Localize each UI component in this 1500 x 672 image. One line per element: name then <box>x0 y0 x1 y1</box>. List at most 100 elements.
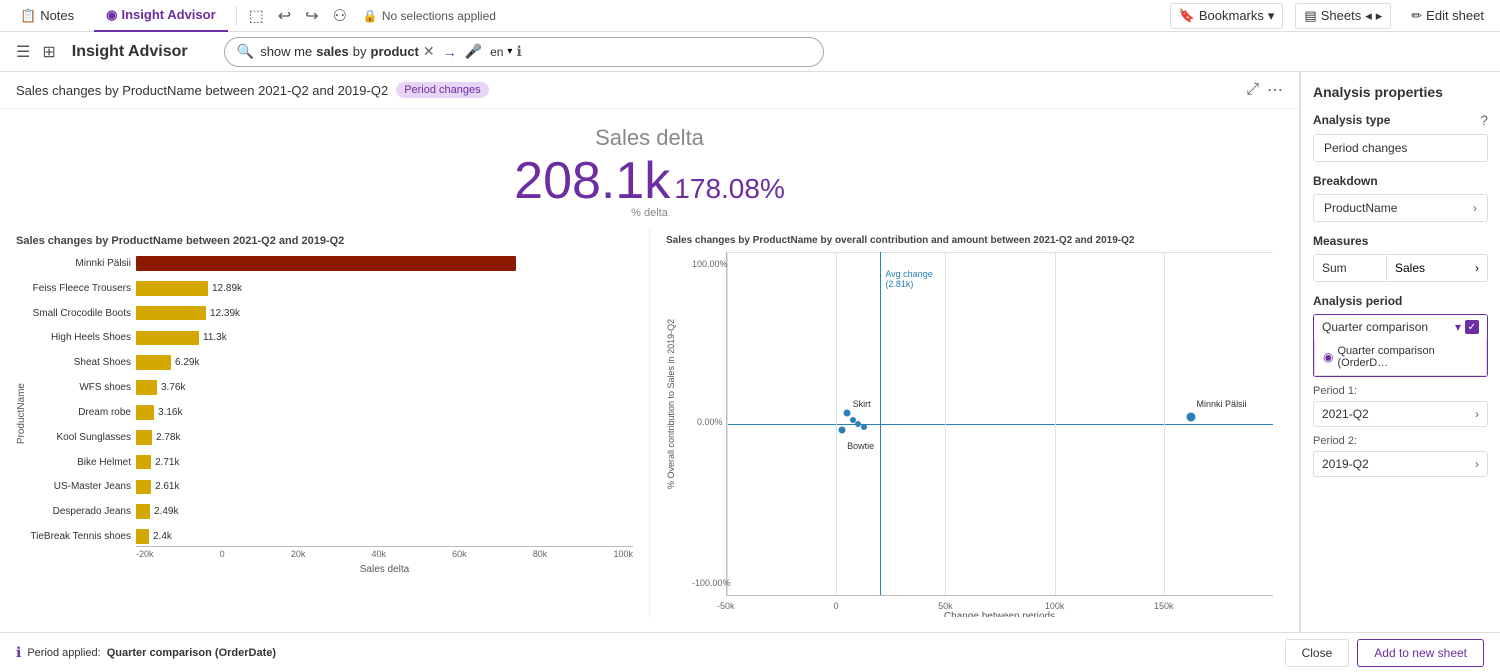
chart-actions: ⤢ ⋯ <box>1246 80 1283 100</box>
breakdown-arrow-icon: › <box>1473 201 1477 215</box>
breakdown-value: ProductName <box>1324 201 1397 215</box>
period-checkbox[interactable]: ✓ <box>1465 320 1479 334</box>
period-applied-label: Period applied: <box>27 647 100 659</box>
avg-change-label: Avg change(2.81k) <box>885 269 932 289</box>
bar-x-label: Sales delta <box>136 564 633 575</box>
period-dropdown-value: Quarter comparison <box>1322 320 1428 334</box>
period2-label: Period 2: <box>1313 435 1488 447</box>
top-bar-right: 🔖 Bookmarks ▾ ▤ Sheets ◂ ▸ ✏ Edit sheet <box>1170 3 1492 29</box>
bottom-actions: Close Add to new sheet <box>1285 639 1484 667</box>
search-bar: 🔍 show me sales by product ✕ → 🎤 en ▾ ℹ <box>224 37 824 67</box>
bar-value: 2.78k <box>156 432 180 443</box>
top-bar: 📋 Notes ◉ Insight Advisor ⬚ ↩ ↪ ⚇ 🔒 No s… <box>0 0 1500 32</box>
period-dropdown-controls: ▾ ✓ <box>1455 320 1479 334</box>
scatter-label-skirt: Skirt <box>853 399 871 409</box>
scatter-label-minnki: Minnki Pälsii <box>1197 399 1247 409</box>
search-by: by <box>353 44 367 59</box>
sheets-button[interactable]: ▤ Sheets ◂ ▸ <box>1295 3 1391 29</box>
search-toolbar-icon[interactable]: ⬚ <box>245 4 268 28</box>
list-item: Small Crocodile Boots12.39k <box>136 303 633 324</box>
expand-icon[interactable]: ⤢ <box>1246 81 1259 99</box>
x-tick-5: 60k <box>452 549 467 559</box>
list-item: Minnki Pälsii <box>136 253 633 274</box>
period1-value-row[interactable]: 2021-Q2 › <box>1313 401 1488 427</box>
list-item: Dream robe3.16k <box>136 402 633 423</box>
scatter-y-label: % Overall contribution to Sales in 2019-… <box>666 369 676 489</box>
bar-value: 2.61k <box>155 481 179 492</box>
avg-line-v <box>880 252 881 595</box>
redo-icon[interactable]: ↪ <box>301 4 322 28</box>
chart-header: Sales changes by ProductName between 202… <box>0 72 1299 109</box>
right-panel: Analysis properties Analysis type ? Peri… <box>1300 72 1500 632</box>
x-tick-1: -20k <box>136 549 154 559</box>
help-icon[interactable]: ℹ <box>512 43 525 60</box>
delta-values: 208.1k 178.08% <box>514 151 785 211</box>
left-panel-toggle[interactable]: ☰ <box>12 38 34 66</box>
lock-icon[interactable]: ⚇ <box>329 4 351 28</box>
bar-value: 3.16k <box>158 407 182 418</box>
bar-value: 12.39k <box>210 308 240 319</box>
x-tick-s4: 100k <box>1045 601 1065 611</box>
y-tick-mid: 0.00% <box>697 417 723 427</box>
bar-fill <box>136 306 206 321</box>
measure-field[interactable]: Sales › <box>1387 255 1487 281</box>
sheets-icon: ▤ <box>1304 8 1316 24</box>
search-clear-icon[interactable]: ✕ <box>419 43 439 60</box>
close-button[interactable]: Close <box>1285 639 1350 667</box>
period1-value: 2021-Q2 <box>1322 407 1369 421</box>
search-prefix: show me <box>260 44 312 59</box>
tab-insight-label: Insight Advisor <box>122 7 216 22</box>
bar-fill <box>136 331 199 346</box>
grid-v-3 <box>1055 252 1056 595</box>
microphone-icon[interactable]: 🎤 <box>461 43 486 60</box>
bar-label: Kool Sunglasses <box>11 432 131 443</box>
measure-agg[interactable]: Sum <box>1314 255 1387 281</box>
breakdown-item[interactable]: ProductName › <box>1313 194 1488 222</box>
add-to-sheet-button[interactable]: Add to new sheet <box>1357 639 1484 667</box>
bar-chart: Minnki PälsiiFeiss Fleece Trousers12.89k… <box>16 253 633 577</box>
period-dropdown-active[interactable]: Quarter comparison ▾ ✓ ◉ Quarter compari… <box>1313 314 1488 377</box>
period2-value-row[interactable]: 2019-Q2 › <box>1313 451 1488 477</box>
bookmarks-button[interactable]: 🔖 Bookmarks ▾ <box>1170 3 1284 29</box>
bar-fill <box>136 480 151 495</box>
grid-toggle[interactable]: ⊞ <box>38 38 59 66</box>
period-applied-value: Quarter comparison (OrderDate) <box>107 647 276 659</box>
bottom-bar: ℹ Period applied: Quarter comparison (Or… <box>0 632 1500 672</box>
bar-label: High Heels Shoes <box>11 332 131 343</box>
bar-fill <box>136 405 154 420</box>
bar-value: 2.49k <box>154 506 178 517</box>
panel-toggles: ☰ ⊞ <box>12 38 60 66</box>
panel-title: Analysis properties <box>1313 84 1488 100</box>
period1-section: Period 1: 2021-Q2 › <box>1313 385 1488 427</box>
scatter-chart-title: Sales changes by ProductName by overall … <box>666 235 1283 246</box>
analysis-type-item[interactable]: Period changes <box>1313 134 1488 162</box>
analysis-type-help[interactable]: ? <box>1480 112 1488 128</box>
main-content: Sales changes by ProductName between 202… <box>0 72 1500 632</box>
bar-label: Feiss Fleece Trousers <box>11 283 131 294</box>
bar-x-axis: -20k 0 20k 40k 60k 80k 100k <box>136 546 633 559</box>
notes-icon: 📋 <box>20 8 36 24</box>
bar-fill <box>136 529 149 544</box>
period2-arrow: › <box>1475 457 1479 471</box>
scatter-label-bowtie: Bowtie <box>847 441 874 451</box>
bar-chart-section: Sales changes by ProductName between 202… <box>0 227 649 617</box>
info-icon: ℹ <box>16 644 21 661</box>
bookmarks-chevron-icon: ▾ <box>1268 8 1275 24</box>
undo-icon[interactable]: ↩ <box>274 4 295 28</box>
language-selector[interactable]: en <box>486 45 507 59</box>
tab-insight-advisor[interactable]: ◉ Insight Advisor <box>94 0 227 32</box>
list-item: Bike Helmet2.71k <box>136 452 633 473</box>
list-item: US-Master Jeans2.61k <box>136 476 633 497</box>
no-selections: 🔒 No selections applied <box>363 9 496 23</box>
period-dropdown-header[interactable]: Quarter comparison ▾ ✓ <box>1314 315 1487 339</box>
y-tick-top: 100.00% <box>692 259 728 269</box>
bar-label: Dream robe <box>11 407 131 418</box>
more-options-icon[interactable]: ⋯ <box>1267 80 1283 100</box>
chart-title-area: Sales changes by ProductName between 202… <box>16 82 489 98</box>
search-submit-icon[interactable]: → <box>439 44 461 60</box>
edit-sheet-button[interactable]: ✏ Edit sheet <box>1403 4 1492 28</box>
bar-fill <box>136 355 171 370</box>
grid-v-4 <box>1164 252 1165 595</box>
tab-notes[interactable]: 📋 Notes <box>8 0 86 32</box>
period-dropdown-option[interactable]: ◉ Quarter comparison (OrderD… <box>1314 339 1487 376</box>
